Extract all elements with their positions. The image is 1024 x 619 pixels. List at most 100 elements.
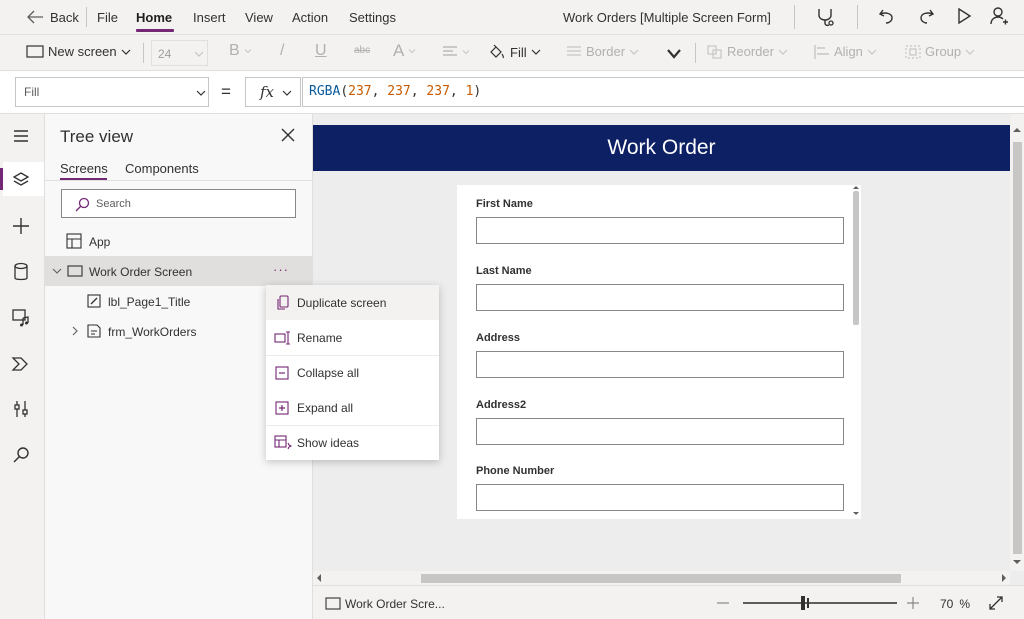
font-color-glyph: A [393, 41, 405, 60]
scroll-down-arrow-icon[interactable] [1013, 559, 1021, 565]
formula-comma: , [410, 84, 427, 99]
font-color-button[interactable]: A [393, 41, 416, 61]
form-scrollbar[interactable] [853, 191, 859, 325]
field-label-address2: Address2 [476, 399, 527, 411]
duplicate-icon [277, 295, 289, 310]
search-input[interactable]: Search [61, 189, 296, 218]
zoom-slider-thumb[interactable] [801, 596, 805, 610]
strikethrough-button[interactable]: abc [354, 45, 370, 56]
first-name-input[interactable] [476, 217, 844, 244]
undo-icon[interactable] [877, 6, 897, 26]
tree-item-label: Work Order Screen [89, 265, 193, 279]
canvas-vertical-scrollbar[interactable] [1010, 114, 1024, 571]
redo-icon[interactable] [916, 6, 936, 26]
menu-item-expand-all[interactable]: Expand all [266, 390, 439, 425]
formula-input[interactable]: RGBA(237, 237, 237, 1) [302, 77, 1024, 107]
paint-bucket-icon [490, 44, 505, 59]
share-user-icon[interactable] [989, 6, 1009, 26]
menu-item-collapse-all[interactable]: Collapse all [266, 355, 439, 390]
menu-action[interactable]: Action [292, 10, 328, 25]
formula-comma: , [371, 84, 388, 99]
chevron-right-icon[interactable] [71, 326, 79, 336]
search-rail-icon[interactable] [10, 444, 32, 466]
tree-item-app[interactable]: App [45, 226, 313, 256]
plus-insert-icon[interactable] [10, 215, 32, 237]
address-input[interactable] [476, 351, 844, 378]
tree-item-work-order-screen[interactable]: Work Order Screen ··· [45, 256, 313, 286]
scroll-right-arrow-icon[interactable] [1001, 574, 1007, 582]
app-checker-icon[interactable] [814, 6, 836, 28]
database-icon[interactable] [10, 261, 32, 283]
menu-separator [86, 7, 87, 27]
screen-icon [26, 44, 44, 58]
scroll-up-arrow-icon[interactable] [1013, 127, 1021, 133]
group-button[interactable]: Group [905, 44, 975, 59]
close-icon[interactable] [281, 128, 295, 142]
menu-item-label: Rename [297, 331, 343, 345]
formula-arg-b: 237 [426, 84, 450, 99]
new-screen-label: New screen [48, 44, 117, 59]
vertical-scroll-thumb[interactable] [1013, 142, 1022, 554]
align-text-icon [443, 46, 457, 56]
horizontal-scroll-thumb[interactable] [421, 574, 901, 583]
zoom-out-icon[interactable] [717, 602, 729, 604]
group-label: Group [925, 44, 962, 59]
back-arrow-icon [27, 10, 43, 24]
fx-button[interactable]: fx [245, 77, 301, 107]
preview-play-icon[interactable] [955, 7, 973, 25]
search-placeholder: Search [96, 198, 131, 210]
media-icon[interactable] [10, 306, 32, 328]
back-button[interactable]: Back [26, 9, 79, 25]
zoom-slider[interactable] [743, 596, 897, 610]
canvas-horizontal-scrollbar[interactable] [313, 571, 1010, 585]
text-align-button[interactable] [442, 46, 470, 58]
tab-screens[interactable]: Screens [60, 161, 108, 176]
menu-file[interactable]: File [97, 10, 118, 25]
border-button[interactable]: Border [566, 44, 639, 59]
menu-home[interactable]: Home [136, 10, 172, 25]
expand-fit-icon[interactable] [988, 595, 1004, 611]
chevron-down-icon [531, 49, 541, 55]
underline-button[interactable]: U [315, 42, 327, 60]
formula-arg-r: 237 [348, 84, 372, 99]
form-scroll-down-arrow-icon[interactable] [853, 511, 859, 516]
reorder-button[interactable]: Reorder [707, 44, 788, 59]
fill-button[interactable]: Fill [488, 44, 541, 60]
menu-view[interactable]: View [245, 10, 273, 25]
work-order-title: Work Order [607, 136, 716, 159]
tab-components[interactable]: Components [125, 161, 199, 176]
menu-item-rename[interactable]: Rename [266, 320, 439, 355]
form-scroll-up-arrow-icon[interactable] [853, 185, 859, 190]
power-automate-icon[interactable] [10, 353, 32, 375]
equals-sign: = [221, 82, 231, 101]
field-label-phone-number: Phone Number [476, 465, 555, 477]
phone-number-input[interactable] [476, 484, 844, 511]
new-screen-button[interactable]: New screen [26, 44, 131, 59]
property-select[interactable]: Fill [15, 77, 209, 107]
chevron-down-icon [282, 90, 292, 96]
menu-insert[interactable]: Insert [193, 10, 226, 25]
address2-input[interactable] [476, 418, 844, 445]
scroll-left-arrow-icon[interactable] [316, 574, 322, 582]
last-name-input[interactable] [476, 284, 844, 311]
hamburger-menu-icon[interactable] [10, 125, 32, 147]
layers-icon[interactable] [10, 169, 32, 191]
work-order-form[interactable]: First Name Last Name Address Address2 Ph… [457, 185, 861, 519]
advanced-tools-icon[interactable] [10, 398, 32, 420]
chevron-down-icon[interactable] [52, 267, 62, 275]
italic-button[interactable]: / [280, 42, 284, 60]
menu-settings[interactable]: Settings [349, 10, 396, 25]
current-screen-name[interactable]: Work Order Scre... [345, 597, 445, 611]
chevron-down-icon [408, 49, 416, 54]
align-button[interactable]: Align [814, 44, 877, 59]
more-ribbon-chevron-icon[interactable] [666, 48, 682, 60]
ribbon-separator [143, 43, 144, 63]
menu-item-duplicate-screen[interactable]: Duplicate screen [266, 285, 439, 320]
font-size-select[interactable]: 24 [151, 40, 208, 66]
bold-button[interactable]: B [229, 42, 252, 60]
work-order-header[interactable]: Work Order [313, 125, 1010, 171]
checker-separator [857, 5, 858, 29]
menu-item-show-ideas[interactable]: Show ideas [266, 425, 439, 460]
zoom-in-icon[interactable] [907, 597, 919, 609]
more-options-icon[interactable]: ··· [273, 262, 289, 277]
